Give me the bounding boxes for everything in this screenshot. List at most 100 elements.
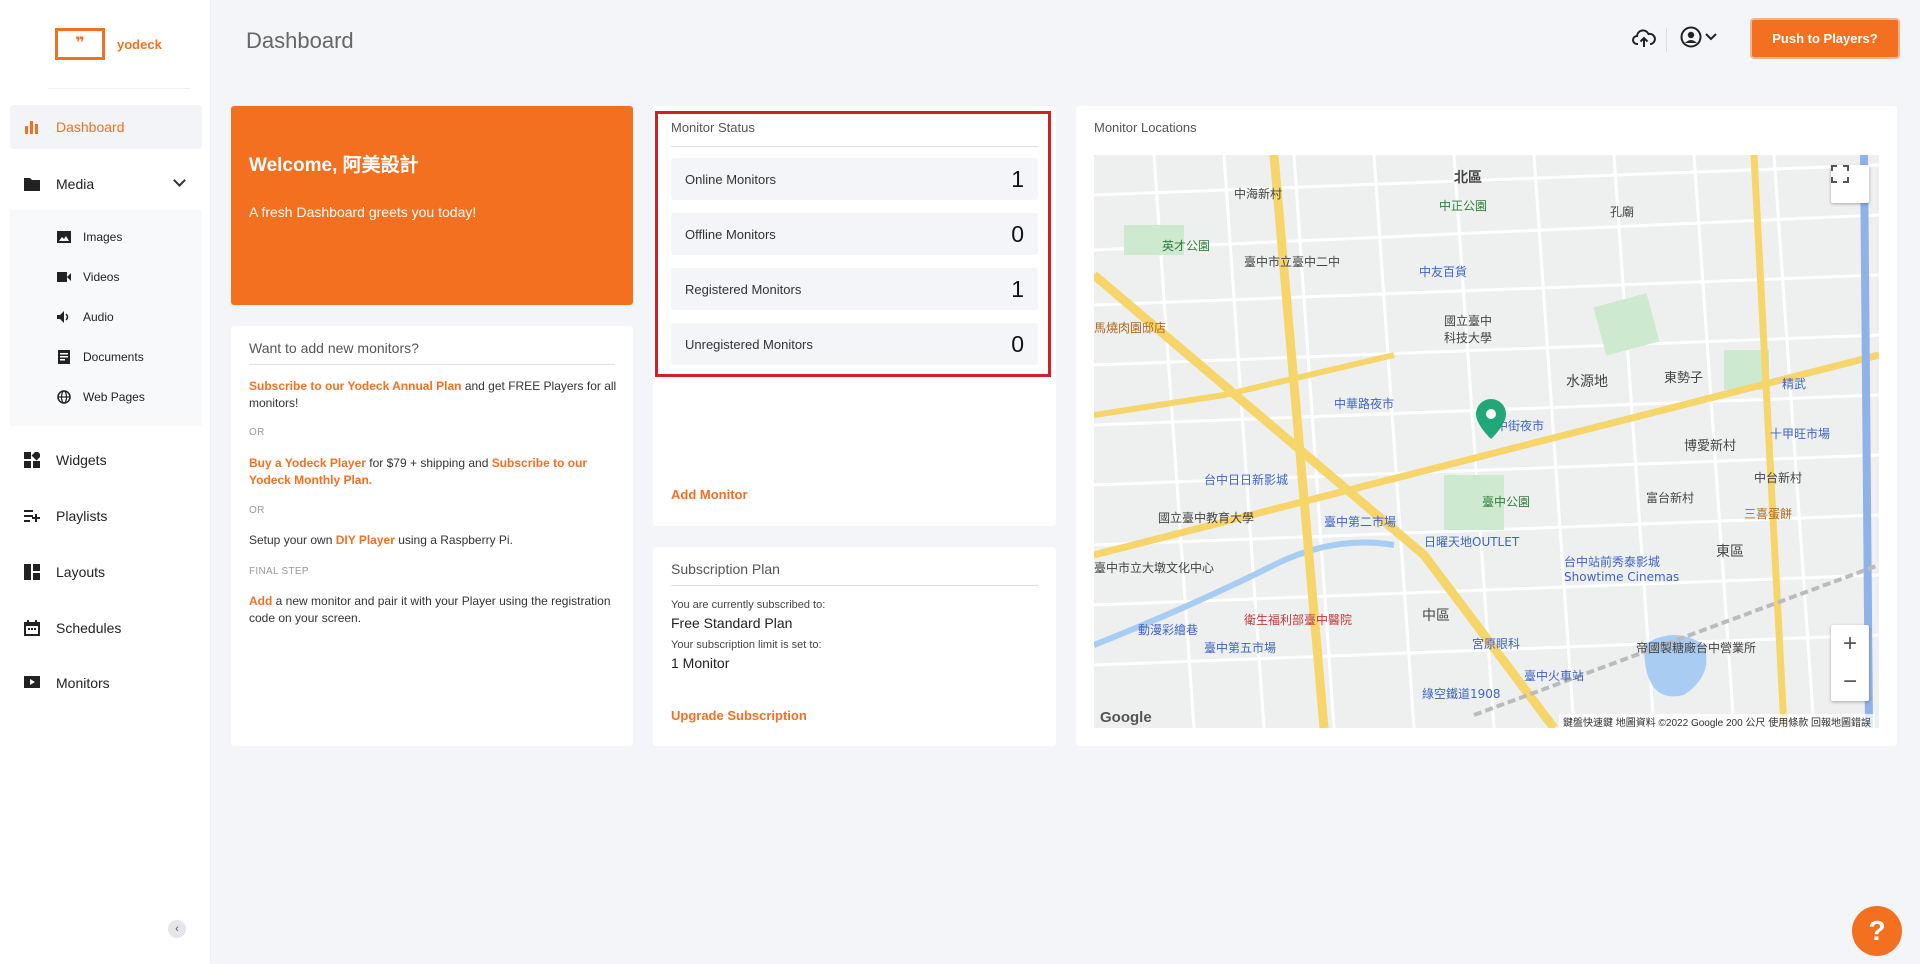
push-to-players-button[interactable]: Push to Players? — [1750, 18, 1900, 59]
user-menu[interactable] — [1680, 26, 1717, 48]
subitem-label: Web Pages — [83, 390, 145, 404]
add-link[interactable]: Add — [249, 594, 272, 608]
map-label: 臺中第二市場 — [1324, 515, 1397, 529]
chevron-left-icon: ‹ — [175, 923, 179, 935]
step-final: Add a new monitor and pair it with your … — [249, 593, 619, 627]
sidebar-item-label: Schedules — [56, 620, 122, 636]
logo-mark: ❞ — [55, 28, 105, 60]
map-label: 臺中火車站 — [1524, 669, 1585, 683]
chevron-down-icon — [1705, 33, 1717, 41]
sidebar-subitem-videos[interactable]: Videos — [57, 267, 119, 287]
map-attribution[interactable]: 鍵盤快速鍵 地圖資料 ©2022 Google 200 公尺 使用條款 回報地圖… — [1559, 714, 1875, 728]
divider — [249, 364, 615, 365]
sidebar-subitem-audio[interactable]: Audio — [57, 307, 114, 327]
step-text: using a Raspberry Pi. — [394, 533, 513, 547]
sidebar-item-schedules[interactable]: Schedules — [10, 606, 202, 650]
folder-icon — [23, 175, 41, 193]
map-label: 綠空鐵道1908 — [1422, 687, 1501, 701]
user-circle-icon — [1680, 26, 1702, 48]
sidebar-item-playlists[interactable]: Playlists — [10, 494, 202, 538]
map-label: 動漫彩繪巷 — [1138, 623, 1199, 637]
map[interactable]: 北區 中正公園 中海新村 英才公園 臺中市立臺中二中 中友百貨 國立臺中科技大學… — [1094, 155, 1879, 728]
fullscreen-button[interactable] — [1831, 165, 1869, 203]
sidebar-item-label: Monitors — [56, 675, 110, 691]
video-icon — [57, 270, 71, 284]
widgets-icon — [23, 451, 41, 469]
map-label: 台中站前秀泰影城 Showtime Cinemas — [1564, 555, 1680, 584]
layout-icon — [23, 563, 41, 581]
map-label: 中海新村 — [1234, 187, 1283, 201]
map-label: 北區 — [1454, 170, 1482, 186]
logo-text: yodeck — [117, 36, 162, 52]
step-text: Setup your own — [249, 533, 336, 547]
map-label: 臺中市立臺中二中 — [1244, 255, 1341, 269]
cloud-upload-icon[interactable] — [1632, 26, 1656, 55]
collapse-sidebar-button[interactable]: ‹ — [168, 920, 186, 938]
map-label: 日曜天地OUTLET — [1424, 535, 1520, 549]
subitem-label: Audio — [83, 310, 114, 324]
subitem-label: Videos — [83, 270, 120, 284]
divider — [671, 585, 1038, 586]
sidebar-subitem-images[interactable]: Images — [57, 227, 122, 247]
header-divider — [1666, 28, 1667, 52]
step-text: a new monitor and pair it with your Play… — [249, 594, 611, 625]
subscribed-label: You are currently subscribed to: — [671, 599, 826, 611]
image-icon — [57, 230, 71, 244]
map-label: 馬燒肉園邸店 — [1094, 321, 1167, 335]
sidebar-item-media[interactable]: Media — [10, 162, 202, 206]
sidebar-item-label: Dashboard — [56, 119, 125, 135]
help-button[interactable]: ? — [1852, 906, 1902, 956]
sidebar-subitem-documents[interactable]: Documents — [57, 347, 144, 367]
document-icon — [57, 350, 71, 364]
monitor-locations-card: Monitor Locations 北區 中正公園 中海新村 英才公園 臺中市立… — [1076, 106, 1897, 746]
map-label: 國立臺中科技大學 — [1444, 314, 1493, 345]
diy-player-link[interactable]: DIY Player — [336, 533, 395, 547]
speaker-icon — [57, 310, 71, 324]
map-label: 宮原眼科 — [1472, 637, 1521, 651]
welcome-card: Welcome, 阿美設計 A fresh Dashboard greets y… — [231, 106, 633, 305]
map-label: 國立臺中教育大學 — [1158, 511, 1255, 525]
welcome-subtitle: A fresh Dashboard greets you today! — [249, 204, 477, 220]
annual-plan-link[interactable]: Subscribe to our Yodeck Annual Plan — [249, 379, 461, 393]
zoom-in-button[interactable]: + — [1831, 625, 1869, 663]
sidebar-item-monitors[interactable]: Monitors — [10, 661, 202, 705]
add-monitor-link[interactable]: Add Monitor — [671, 487, 748, 502]
globe-icon — [57, 390, 71, 404]
map-label: 東區 — [1716, 544, 1744, 560]
step-buy-player: Buy a Yodeck Player for $79 + shipping a… — [249, 455, 619, 489]
map-label: 三喜蛋餅 — [1744, 507, 1793, 521]
map-label: 富台新村 — [1646, 491, 1695, 505]
map-label: 中正公園 — [1439, 199, 1488, 213]
sidebar-item-label: Layouts — [56, 564, 106, 580]
yodeck-logo[interactable]: ❞ yodeck — [55, 28, 162, 60]
sidebar-divider — [48, 88, 190, 89]
bar-chart-icon — [23, 118, 41, 136]
monitor-icon — [23, 674, 41, 692]
step-diy-player: Setup your own DIY Player using a Raspbe… — [249, 532, 619, 549]
zoom-controls: + − — [1831, 625, 1869, 701]
sidebar-item-layouts[interactable]: Layouts — [10, 550, 202, 594]
plan-limit: 1 Monitor — [671, 655, 730, 671]
sidebar-item-widgets[interactable]: Widgets — [10, 438, 202, 482]
sidebar: ❞ yodeck Dashboard Media Images Videos A… — [0, 0, 211, 964]
upgrade-subscription-link[interactable]: Upgrade Subscription — [671, 708, 807, 723]
sidebar-item-label: Widgets — [56, 452, 107, 468]
highlight-frame — [655, 111, 1051, 377]
card-heading: Want to add new monitors? — [249, 340, 419, 356]
zoom-out-button[interactable]: − — [1831, 663, 1869, 701]
map-label: 台中日日新影城 — [1204, 473, 1289, 487]
map-label: 孔廟 — [1610, 205, 1635, 219]
google-logo: Google — [1100, 709, 1152, 726]
subitem-label: Images — [83, 230, 123, 244]
map-label: 衛生福利部臺中醫院 — [1244, 613, 1353, 627]
fullscreen-icon — [1831, 165, 1849, 183]
subscription-plan-card: Subscription Plan You are currently subs… — [653, 547, 1056, 746]
map-label: 臺中公園 — [1482, 495, 1531, 509]
sidebar-item-dashboard[interactable]: Dashboard — [10, 105, 202, 149]
map-label: 精武 — [1782, 377, 1807, 391]
step-annual-plan: Subscribe to our Yodeck Annual Plan and … — [249, 378, 619, 412]
sidebar-subitem-web-pages[interactable]: Web Pages — [57, 387, 145, 407]
buy-player-link[interactable]: Buy a Yodeck Player — [249, 456, 366, 470]
chevron-down-icon[interactable] — [173, 174, 186, 187]
subitem-label: Documents — [83, 350, 144, 364]
